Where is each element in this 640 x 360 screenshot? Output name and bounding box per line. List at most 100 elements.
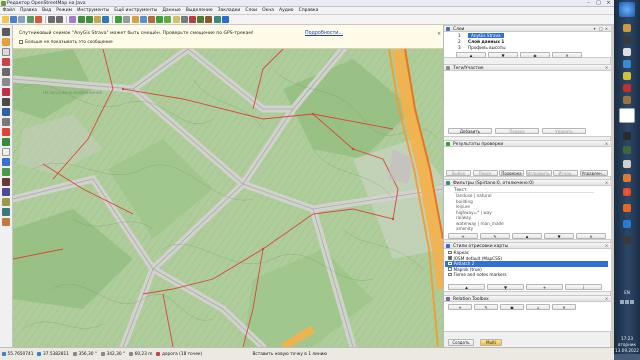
tree-preset-icon[interactable] [115,16,123,23]
app-task-icon[interactable] [623,132,631,140]
save-icon[interactable] [10,16,18,23]
media-icon[interactable] [623,84,631,92]
layer-row[interactable]: 3 Профиль высоты [458,45,603,51]
file-explorer-icon[interactable] [623,24,631,32]
details-link[interactable]: Подробности... [305,31,343,36]
close-panel-icon[interactable]: × [604,180,609,185]
water-preset-icon[interactable] [139,16,147,23]
close-panel-icon[interactable]: × [604,26,609,31]
author-toggle-icon[interactable] [2,198,10,206]
filter-toggle-icon[interactable] [2,138,10,146]
preferences-icon[interactable] [69,16,77,23]
menu-audio[interactable]: Аудио [277,8,297,13]
layer-row[interactable]: 1 AnyGis Strava [458,33,603,39]
layer-row[interactable]: 2 Слой данных 1 [458,39,603,45]
menu-tools[interactable]: Инструменты [75,8,112,13]
filter-delete-icon[interactable]: ✕ [576,233,606,239]
style-row[interactable]: Fixme and notes markers [448,272,606,278]
close-panel-icon[interactable]: × [604,243,609,248]
upload-icon[interactable] [34,16,42,23]
search-icon[interactable] [102,16,110,23]
relation-edit-icon[interactable]: ✎ [474,304,498,310]
style-down-icon[interactable]: ▼ [487,284,524,290]
relation-delete-icon[interactable]: ✕ [552,304,576,310]
map-style-icon[interactable] [85,16,93,23]
menu-more-tools[interactable]: Ещё инструменты [112,8,160,13]
start-button-icon[interactable] [619,2,635,17]
flag-icon[interactable] [630,300,634,304]
map-canvas[interactable]: Не загружено изображения [13,49,443,347]
select-errors-button[interactable]: Выбор [446,170,471,176]
notes-toggle-icon[interactable] [2,148,10,156]
style-add-icon[interactable]: + [526,284,563,290]
ie-icon[interactable] [623,60,631,68]
app-task-icon[interactable] [623,146,631,154]
split-tool-icon[interactable] [2,98,10,106]
forest-preset-icon[interactable] [156,16,164,23]
layer-eye-icon[interactable]: ◉ [520,52,550,58]
draw-tool-icon[interactable] [2,38,10,46]
road-preset-icon[interactable] [180,16,188,23]
menu-help[interactable]: Справка [296,8,321,13]
layer-down-icon[interactable]: ▼ [488,52,518,58]
filter-row[interactable]: amenity [456,226,614,232]
style-checkbox[interactable] [448,272,452,276]
map-view[interactable]: Не загружено изображения [13,49,443,347]
menu-view[interactable]: Вид [40,8,54,13]
relation-toggle-icon[interactable] [2,188,10,196]
language-indicator[interactable]: EN [614,290,640,295]
layer-delete-icon[interactable]: ✕ [552,52,582,58]
save-as-icon[interactable] [18,16,26,23]
style-up-icon[interactable]: ▲ [448,284,485,290]
menu-bookmarks[interactable]: Закладки [215,8,243,13]
style-checkbox[interactable] [448,250,452,254]
bookmark-icon[interactable] [93,16,101,23]
chrome-icon[interactable] [623,188,631,196]
style-checkbox[interactable] [448,267,452,271]
clock-time[interactable]: 17:23 [614,336,640,341]
terminal-icon[interactable] [623,36,631,44]
menu-windows[interactable]: Окна [260,8,277,13]
redo-icon[interactable] [56,16,64,23]
style-checkbox[interactable] [448,256,452,260]
firefox-icon[interactable] [623,174,631,182]
relation-add-icon[interactable]: + [448,304,472,310]
josm-task-icon[interactable] [619,108,635,123]
delete-tool-icon[interactable] [2,58,10,66]
add-tag-button[interactable]: Добавить [448,128,492,134]
browser-icon[interactable] [623,204,631,212]
archive-icon[interactable] [623,96,631,104]
fix-button[interactable]: Исправить [525,170,552,176]
history-toggle-icon[interactable] [2,178,10,186]
minimize-icon[interactable]: – [584,0,593,7]
dont-show-checkbox[interactable] [19,40,23,44]
filter-add-icon[interactable]: + [448,233,478,239]
menu-file[interactable]: Файл [0,8,17,13]
show-desktop-button[interactable] [614,354,640,360]
maximize-icon[interactable]: □ [594,0,603,7]
select-tool-icon[interactable] [2,28,10,36]
extrude-tool-icon[interactable] [2,68,10,76]
layers-toggle-icon[interactable] [2,108,10,116]
volume-icon[interactable] [625,300,629,304]
imagery-icon[interactable] [77,16,85,23]
detach-panel-icon[interactable]: □ [598,26,603,31]
improve-way-tool-icon[interactable] [2,78,10,86]
grass-preset-icon[interactable] [164,16,172,23]
building-preset-icon[interactable] [123,16,131,23]
info-icon[interactable] [221,16,229,23]
download-icon[interactable] [26,16,34,23]
map-paint-toggle-icon[interactable] [2,158,10,166]
app-task-icon[interactable] [623,160,631,168]
parking-preset-icon[interactable] [131,16,139,23]
minimize-panel-icon[interactable]: ▾ [592,26,597,31]
menu-layers[interactable]: Слои [243,8,260,13]
relation-download-icon[interactable]: ↓ [526,304,550,310]
menu-edit[interactable]: Правка [17,8,39,13]
menu-selection[interactable]: Выделение [183,8,215,13]
undo-icon[interactable] [47,16,55,23]
notepad-icon[interactable] [623,48,631,56]
style-checkbox[interactable] [448,261,452,265]
folder-icon[interactable] [623,72,631,80]
track-preset-icon[interactable] [205,16,213,23]
